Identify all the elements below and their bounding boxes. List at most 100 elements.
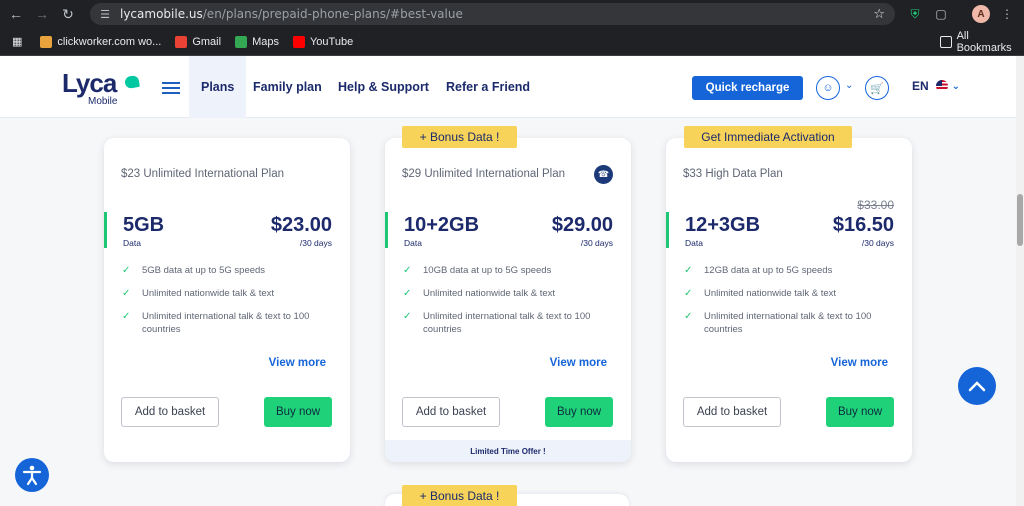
bookmark-star-icon[interactable]: ☆ xyxy=(873,6,885,22)
all-bookmarks[interactable]: All Bookmarks xyxy=(940,30,1024,54)
plan-card: $33 High Data Plan 12+3GB Data $33.00 $1… xyxy=(666,138,912,462)
browser-toolbar: ← → ↻ ☰ lycamobile.us/en/plans/prepaid-p… xyxy=(0,0,1024,28)
view-more-link[interactable]: View more xyxy=(269,357,326,369)
bookmark-gmail[interactable]: Gmail xyxy=(175,35,221,48)
chevron-down-icon[interactable]: ⌄ xyxy=(845,80,853,91)
extensions-icon[interactable]: ▢ xyxy=(932,5,950,23)
nav-family-plan[interactable]: Family plan xyxy=(253,56,322,118)
feature-item: ✓ Unlimited international talk & text to … xyxy=(684,311,872,335)
feature-item: ✓ 12GB data at up to 5G speeds xyxy=(684,265,833,276)
language-selector[interactable]: EN ⌄ xyxy=(912,79,960,93)
folder-icon xyxy=(940,35,952,48)
plan-name: $23 Unlimited International Plan xyxy=(121,168,285,180)
feature-item: ✓ Unlimited nationwide talk & text xyxy=(684,288,837,299)
buy-now-button[interactable]: Buy now xyxy=(264,397,332,427)
youtube-icon xyxy=(292,35,305,48)
feature-item: ✓ Unlimited nationwide talk & text xyxy=(403,288,556,299)
plan-card: $29 Unlimited International Plan ☎ 10+2G… xyxy=(385,138,631,462)
apps-grid-icon[interactable]: ▦ xyxy=(12,35,22,48)
accessibility-button[interactable] xyxy=(15,458,49,492)
reload-icon[interactable]: ↻ xyxy=(58,4,78,24)
accent-bar xyxy=(104,212,107,248)
limited-offer-strip: Limited Time Offer ! xyxy=(385,440,631,462)
check-icon: ✓ xyxy=(122,288,131,299)
data-label: Data xyxy=(123,238,141,248)
feature-list: ✓ 12GB data at up to 5G speeds ✓ Unlimited… xyxy=(684,264,894,346)
add-to-basket-button[interactable]: Add to basket xyxy=(402,397,500,427)
check-icon: ✓ xyxy=(684,311,693,322)
check-icon: ✓ xyxy=(684,288,693,299)
bookmark-clickworker[interactable]: clickworker.com wo... xyxy=(40,35,161,48)
bonus-data-ribbon: + Bonus Data ! xyxy=(402,126,517,148)
plan-period: /30 days xyxy=(861,238,894,248)
bonus-data-ribbon: + Bonus Data ! xyxy=(402,485,517,506)
plan-price: $23.00 xyxy=(270,214,332,236)
chevron-up-icon xyxy=(968,381,986,392)
feature-item: ✓ Unlimited nationwide talk & text xyxy=(122,288,275,299)
data-label: Data xyxy=(685,238,703,248)
view-more-link[interactable]: View more xyxy=(831,357,888,369)
nav-plans[interactable]: Plans xyxy=(189,56,247,118)
feature-list: ✓ 10GB data at up to 5G speeds ✓ Unlimited… xyxy=(403,264,613,346)
hamburger-menu-icon[interactable] xyxy=(162,82,180,94)
feature-item: ✓ Unlimited international talk & text to … xyxy=(122,311,310,335)
buy-now-button[interactable]: Buy now xyxy=(545,397,613,427)
page-scrollbar[interactable] xyxy=(1016,56,1024,506)
plan-card: $23 Unlimited International Plan 5GB Dat… xyxy=(104,138,350,462)
view-more-link[interactable]: View more xyxy=(550,357,607,369)
data-label: Data xyxy=(404,238,422,248)
maps-icon xyxy=(235,35,248,48)
profile-avatar[interactable]: A xyxy=(972,5,990,23)
plan-period: /30 days xyxy=(299,238,332,248)
address-bar[interactable]: ☰ lycamobile.us/en/plans/prepaid-phone-p… xyxy=(90,3,895,25)
accessibility-icon xyxy=(22,465,42,486)
site-header: Lyca Mobile Plans Family plan Help & Sup… xyxy=(0,56,1016,118)
add-to-basket-button[interactable]: Add to basket xyxy=(121,397,219,427)
menu-kebab-icon[interactable]: ⋮ xyxy=(998,5,1016,23)
add-to-basket-button[interactable]: Add to basket xyxy=(683,397,781,427)
nav-help-support[interactable]: Help & Support xyxy=(338,56,429,118)
feature-list: ✓ 5GB data at up to 5G speeds ✓ Unlimited … xyxy=(122,264,332,346)
international-badge-icon: ☎ xyxy=(594,165,613,184)
accent-bar xyxy=(666,212,669,248)
feature-item: ✓ 10GB data at up to 5G speeds xyxy=(403,265,552,276)
check-icon: ✓ xyxy=(403,265,412,276)
url-host: lycamobile.us xyxy=(120,7,203,21)
old-price: $33.00 xyxy=(857,198,894,212)
scroll-to-top-button[interactable] xyxy=(958,367,996,405)
check-icon: ✓ xyxy=(122,311,131,322)
buy-now-button[interactable]: Buy now xyxy=(826,397,894,427)
lyca-logo[interactable]: Lyca Mobile xyxy=(62,68,140,107)
check-icon: ✓ xyxy=(684,265,693,276)
scrollbar-thumb[interactable] xyxy=(1017,194,1023,246)
check-icon: ✓ xyxy=(403,288,412,299)
clickworker-icon xyxy=(40,35,53,48)
site-info-icon[interactable]: ☰ xyxy=(98,7,112,21)
back-icon[interactable]: ← xyxy=(6,4,26,24)
data-amount: 10+2GB xyxy=(404,214,480,236)
data-amount: 5GB xyxy=(123,214,165,236)
bookmark-maps[interactable]: Maps xyxy=(235,35,279,48)
heart-logo-icon xyxy=(124,74,140,90)
plan-name: $29 Unlimited International Plan xyxy=(402,168,566,180)
chevron-down-icon: ⌄ xyxy=(951,80,961,92)
plan-name: $33 High Data Plan xyxy=(683,168,783,180)
plan-price: $29.00 xyxy=(551,214,613,236)
bookmarks-bar: ▦ clickworker.com wo... Gmail Maps YouTu… xyxy=(0,28,1024,56)
data-amount: 12+3GB xyxy=(685,214,761,236)
check-icon: ✓ xyxy=(403,311,412,322)
quick-recharge-button[interactable]: Quick recharge xyxy=(692,76,803,100)
account-icon[interactable]: ☺ xyxy=(816,76,840,100)
check-icon: ✓ xyxy=(122,265,131,276)
shield-extension-icon[interactable]: ⛨ xyxy=(906,5,924,23)
forward-icon[interactable]: → xyxy=(32,4,52,24)
url-path: /en/plans/prepaid-phone-plans/#best-valu… xyxy=(202,7,463,21)
nav-refer-friend[interactable]: Refer a Friend xyxy=(446,56,530,118)
cart-icon[interactable]: 🛒 xyxy=(865,76,889,100)
feature-item: ✓ Unlimited international talk & text to … xyxy=(403,311,591,335)
plan-price: $16.50 xyxy=(832,214,894,236)
activation-ribbon: Get Immediate Activation xyxy=(684,126,852,148)
accent-bar xyxy=(385,212,388,248)
feature-item: ✓ 5GB data at up to 5G speeds xyxy=(122,265,266,276)
bookmark-youtube[interactable]: YouTube xyxy=(292,35,353,48)
